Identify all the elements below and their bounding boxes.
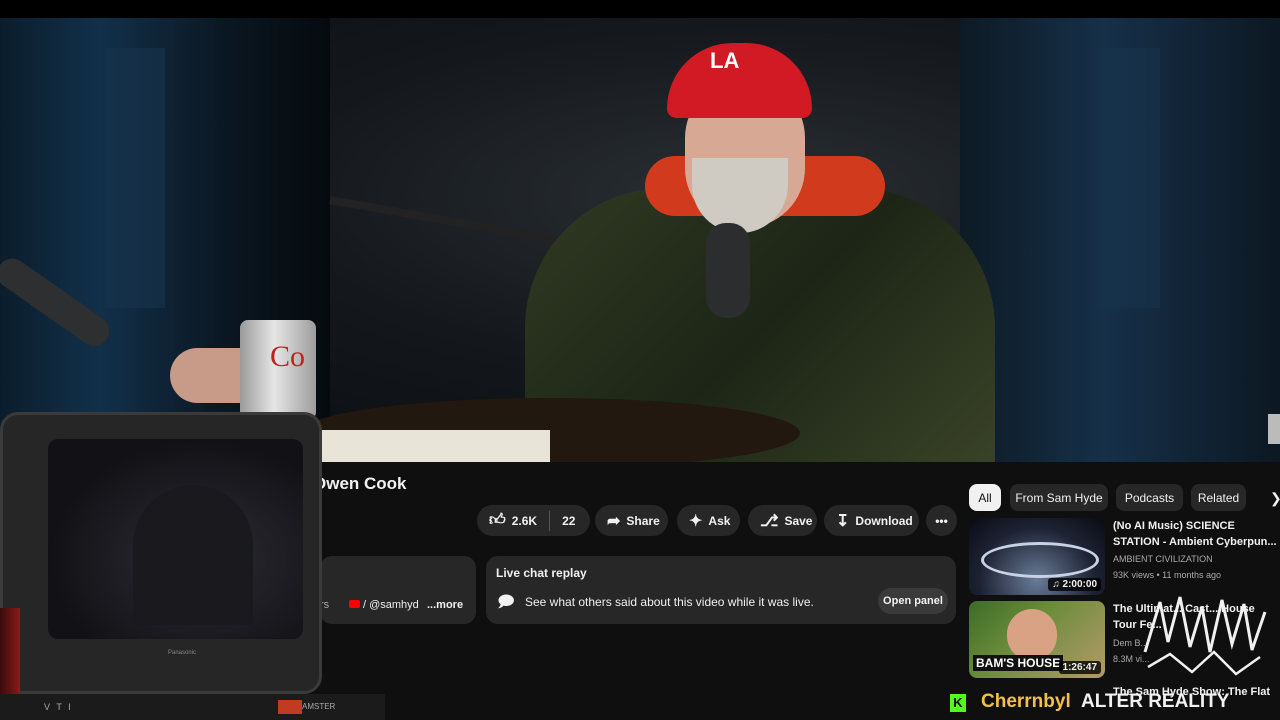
video-duration: 1:26:47 xyxy=(1058,661,1101,674)
share-button[interactable]: ➦ Share xyxy=(595,505,668,536)
related-thumbnail[interactable]: ♫ 2:00:00 xyxy=(969,518,1105,595)
live-chat-text: See what others said about this video wh… xyxy=(525,595,814,609)
ask-button[interactable]: ✦ Ask xyxy=(677,505,740,536)
streamer-handle: Cherrnbyl xyxy=(981,691,1071,712)
share-arrow-icon: ➦ xyxy=(607,512,621,530)
stream-brand: ALTER REALITY xyxy=(1081,691,1230,712)
chip-from-sam-hyde[interactable]: From Sam Hyde xyxy=(1010,484,1108,511)
space-station-ring xyxy=(981,542,1099,578)
chip-all[interactable]: All xyxy=(969,484,1001,511)
kick-logo-icon: K xyxy=(950,694,966,712)
description-box[interactable] xyxy=(320,556,476,624)
save-label: Save xyxy=(784,513,813,528)
duration-text: 2:00:00 xyxy=(1062,579,1097,590)
more-dots-icon: ••• xyxy=(935,513,948,528)
podcast-microphone xyxy=(706,223,750,318)
more-actions-button[interactable]: ••• xyxy=(926,505,957,536)
chevron-right-icon[interactable]: ❯ xyxy=(1270,490,1280,507)
video-duration: ♫ 2:00:00 xyxy=(1048,578,1101,591)
energy-drink-can xyxy=(0,608,20,694)
background-window xyxy=(105,48,165,308)
video-player[interactable]: LA Co xyxy=(0,18,1280,462)
description-more-link[interactable]: ...more xyxy=(427,599,463,611)
share-label: Share xyxy=(626,513,660,528)
tv-red-sticker xyxy=(278,700,302,714)
tv-brand: Panasonic xyxy=(168,650,197,656)
guest-cap xyxy=(667,43,812,118)
thumbnail-text: BAM'S HOUSE xyxy=(973,655,1064,671)
can-text: Co xyxy=(270,340,306,373)
thumbnail-face xyxy=(1007,609,1057,661)
chat-bubble-icon: 🗩︎ xyxy=(497,594,515,611)
chip-podcasts[interactable]: Podcasts xyxy=(1116,484,1183,511)
tv-label-left: V T I xyxy=(44,702,73,712)
description-handle: / @samhyd xyxy=(363,599,419,611)
ask-label: Ask xyxy=(708,513,731,528)
download-icon: ↧ xyxy=(836,512,850,530)
tv-figure xyxy=(133,485,253,625)
background-window xyxy=(1100,48,1160,308)
dislike-count[interactable]: 22 xyxy=(562,514,575,528)
youtube-icon xyxy=(349,600,360,608)
related-channel-name[interactable]: AMBIENT CIVILIZATION xyxy=(1113,554,1213,564)
save-button[interactable]: ⎇ Save xyxy=(748,505,817,536)
thumbs-up-icon[interactable]: 👍︎ xyxy=(489,511,506,530)
chip-related[interactable]: Related xyxy=(1191,484,1246,511)
like-count[interactable]: 2.6K xyxy=(512,514,537,528)
like-dislike-group: 👍︎ 2.6K 22 xyxy=(477,505,590,536)
related-thumbnail[interactable]: BAM'S HOUSE 1:26:47 xyxy=(969,601,1105,678)
video-title: Owen Cook xyxy=(313,474,407,493)
download-button[interactable]: ↧ Download xyxy=(824,505,919,536)
cap-logo: LA xyxy=(710,48,740,73)
stream-logo-art xyxy=(1143,596,1267,676)
crt-tv-overlay xyxy=(0,412,322,694)
live-chat-title: Live chat replay xyxy=(496,566,587,580)
description-handle-link[interactable]: / @samhyd xyxy=(349,599,419,611)
top-letterbox xyxy=(0,0,1280,18)
table-papers xyxy=(315,430,550,462)
like-divider xyxy=(549,510,551,531)
soda-can: Co xyxy=(240,320,316,420)
related-video-meta: 93K views • 11 months ago xyxy=(1113,570,1222,580)
tv-label-right: AMSTER xyxy=(302,702,336,711)
sparkle-icon: ✦ xyxy=(689,512,703,530)
video-edge-marker xyxy=(1268,414,1280,444)
related-video-title[interactable]: (No AI Music) SCIENCE STATION - Ambient … xyxy=(1113,518,1278,550)
bookmark-icon: ⎇ xyxy=(760,512,779,530)
download-label: Download xyxy=(855,513,913,528)
open-panel-button[interactable]: Open panel xyxy=(878,588,948,614)
